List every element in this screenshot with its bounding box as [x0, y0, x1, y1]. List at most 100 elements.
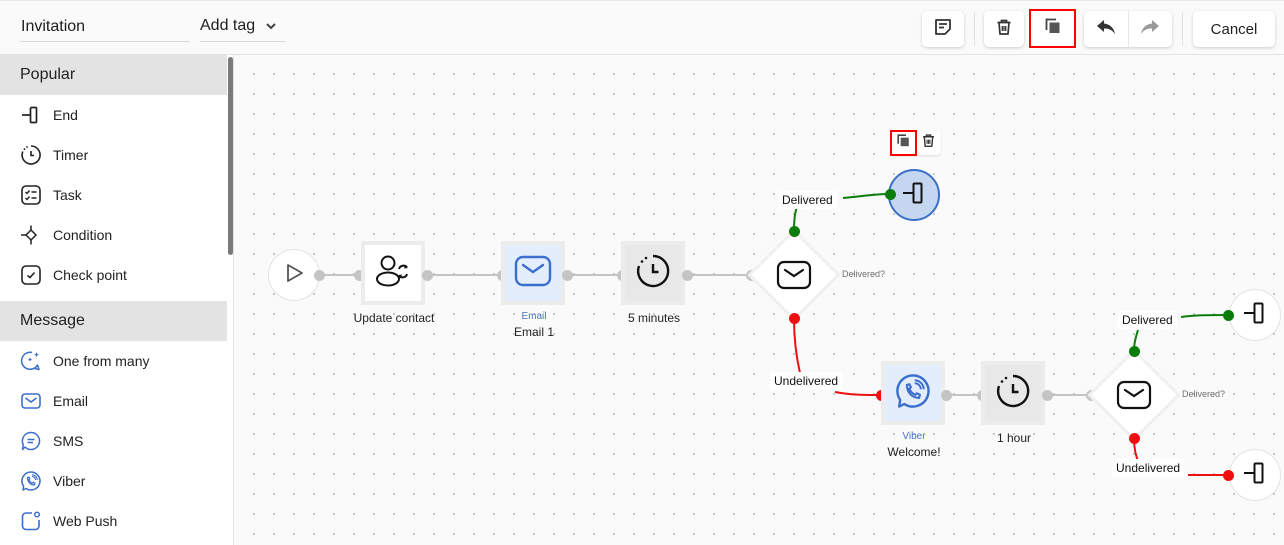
end-icon — [1242, 460, 1268, 491]
condition-icon — [20, 224, 42, 246]
email-icon — [20, 390, 42, 412]
palette-item-email[interactable]: Email — [0, 381, 233, 421]
sidebar-scrollbar[interactable] — [228, 57, 233, 255]
node-type-label: Email — [521, 311, 547, 322]
palette-item-web-push[interactable]: Web Push — [0, 501, 233, 541]
undelivered-branch-label[interactable]: Undelivered — [770, 372, 843, 390]
end-node[interactable] — [1229, 289, 1281, 341]
one-from-many-icon — [20, 350, 42, 372]
toolbar-divider — [974, 12, 975, 46]
workflow-title-input[interactable] — [20, 13, 190, 42]
palette-item-sms[interactable]: SMS — [0, 421, 233, 461]
end-node[interactable] — [1229, 449, 1281, 501]
email-icon — [514, 255, 552, 292]
trash-icon — [921, 133, 936, 153]
palette-item-timer[interactable]: Timer — [0, 135, 233, 175]
delete-button[interactable] — [984, 11, 1024, 47]
input-port[interactable] — [884, 188, 896, 200]
copy-node-button[interactable] — [890, 130, 917, 156]
viber-icon — [20, 470, 42, 492]
redo-button[interactable] — [1129, 11, 1173, 47]
palette-item-label: Viber — [53, 473, 86, 489]
delivered-branch-label[interactable]: Delivered — [1118, 311, 1177, 329]
user-sync-icon — [374, 253, 412, 294]
palette-item-end[interactable]: End — [0, 95, 233, 135]
chevron-down-icon — [265, 20, 277, 32]
timer-icon — [994, 372, 1032, 415]
undelivered-port[interactable] — [788, 312, 800, 324]
node-toolbar — [890, 130, 941, 156]
palette-item-label: SMS — [53, 433, 84, 449]
palette-item-label: Task — [53, 187, 82, 203]
palette-item-label: Email — [53, 393, 89, 409]
timer-icon — [20, 144, 42, 166]
node-type-label: Viber — [902, 431, 926, 442]
palette-item-label: Timer — [53, 147, 89, 163]
delivered-port[interactable] — [1128, 345, 1140, 357]
output-port[interactable] — [313, 269, 325, 281]
output-port[interactable] — [561, 269, 573, 281]
palette-item-one-from-many[interactable]: One from many — [0, 341, 233, 381]
output-port[interactable] — [681, 269, 693, 281]
delete-node-button[interactable] — [916, 131, 941, 155]
cancel-button[interactable]: Cancel — [1193, 11, 1275, 47]
input-port[interactable] — [1222, 309, 1234, 321]
task-icon — [20, 184, 42, 206]
node-palette-sidebar: Popular End Timer Task Condition Check p… — [0, 55, 234, 545]
output-port[interactable] — [1041, 389, 1053, 401]
condition-question: Delivered? — [842, 269, 886, 279]
undelivered-port[interactable] — [1128, 432, 1140, 444]
undo-button[interactable] — [1084, 11, 1129, 47]
palette-item-task[interactable]: Task — [0, 175, 233, 215]
note-icon — [934, 18, 952, 41]
undo-icon — [1096, 19, 1116, 40]
update-contact-node[interactable] — [361, 241, 425, 305]
palette-item-label: One from many — [53, 353, 150, 369]
end-node-selected[interactable] — [888, 169, 940, 221]
node-label: 1 hour — [996, 431, 1032, 445]
delivered-port[interactable] — [788, 225, 800, 237]
node-label: Email 1 — [513, 325, 554, 339]
timer-node[interactable] — [981, 361, 1045, 425]
end-icon — [1242, 300, 1268, 331]
viber-node[interactable] — [881, 361, 945, 425]
palette-item-label: Web Push — [53, 513, 118, 529]
end-icon — [20, 104, 42, 126]
condition-question: Delivered? — [1182, 389, 1226, 399]
section-header-message: Message — [0, 301, 227, 341]
copy-icon — [897, 134, 910, 152]
palette-item-label: Check point — [53, 267, 127, 283]
palette-item-label: Condition — [53, 227, 113, 243]
checkpoint-icon — [20, 264, 42, 286]
trash-icon — [995, 18, 1013, 41]
end-icon — [901, 180, 927, 211]
timer-icon — [634, 252, 672, 295]
section-header-popular: Popular — [0, 55, 227, 95]
viber-icon — [894, 372, 932, 415]
history-group — [1084, 11, 1172, 47]
play-icon — [283, 262, 305, 289]
undelivered-branch-label[interactable]: Undelivered — [1112, 459, 1185, 477]
note-button[interactable] — [922, 11, 964, 47]
input-port[interactable] — [1222, 469, 1234, 481]
add-tag-select[interactable]: Add tag — [200, 13, 285, 42]
output-port[interactable] — [940, 389, 952, 401]
start-node[interactable] — [268, 249, 320, 301]
timer-node[interactable] — [621, 241, 685, 305]
delivered-branch-label[interactable]: Delivered — [778, 191, 837, 209]
email-node[interactable] — [501, 241, 565, 305]
redo-icon — [1140, 19, 1160, 40]
workflow-canvas[interactable]: Update contact Email Email 1 5 minutes D… — [235, 55, 1284, 545]
palette-item-check-point[interactable]: Check point — [0, 255, 233, 295]
node-label: 5 minutes — [627, 311, 681, 325]
sms-icon — [20, 430, 42, 452]
copy-icon — [1045, 18, 1061, 39]
node-label: Welcome! — [887, 445, 941, 459]
output-port[interactable] — [421, 269, 433, 281]
palette-item-condition[interactable]: Condition — [0, 215, 233, 255]
copy-button[interactable] — [1029, 9, 1076, 48]
toolbar-divider — [1182, 12, 1183, 46]
cancel-label: Cancel — [1210, 20, 1258, 38]
add-tag-label: Add tag — [200, 17, 256, 34]
palette-item-viber[interactable]: Viber — [0, 461, 233, 501]
